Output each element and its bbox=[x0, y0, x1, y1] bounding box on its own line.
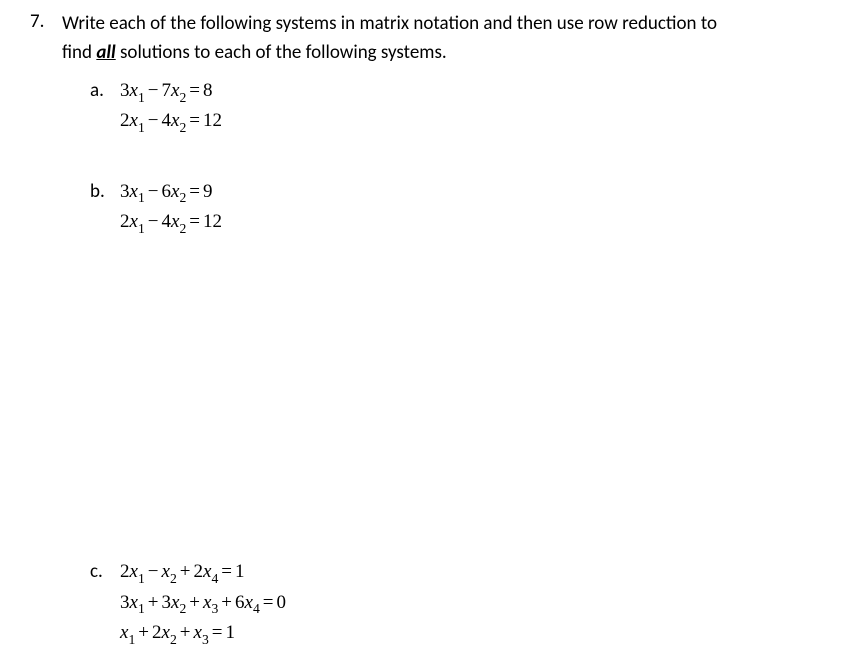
part-c-label: c. bbox=[90, 558, 120, 583]
part-a: a. 3x1−7x2=8 2x1−4x2=12 bbox=[90, 77, 832, 138]
question-line2-suffix: solutions to each of the following syste… bbox=[116, 41, 447, 64]
equation-b2: 2x1−4x2=12 bbox=[120, 208, 222, 238]
question-text: Write each of the following systems in m… bbox=[62, 10, 832, 67]
question-line2-prefix: find bbox=[62, 41, 96, 64]
equation-b1: 3x1−6x2=9 bbox=[120, 178, 222, 208]
equation-a2: 2x1−4x2=12 bbox=[120, 107, 222, 137]
part-b-equations: 3x1−6x2=9 2x1−4x2=12 bbox=[120, 178, 222, 239]
part-a-equations: 3x1−7x2=8 2x1−4x2=12 bbox=[120, 77, 222, 138]
part-b-label: b. bbox=[90, 178, 120, 203]
equation-c2: 3x1+3x2+x3+6x4=0 bbox=[120, 589, 286, 619]
equation-a1: 3x1−7x2=8 bbox=[120, 77, 222, 107]
question-line1: Write each of the following systems in m… bbox=[62, 12, 717, 35]
question-emphasis: all bbox=[96, 41, 115, 64]
question-number: 7. bbox=[30, 10, 62, 33]
equation-c1: 2x1−x2+2x4=1 bbox=[120, 558, 286, 588]
part-a-label: a. bbox=[90, 77, 120, 102]
question-header: 7. Write each of the following systems i… bbox=[30, 10, 832, 67]
equation-c3: x1+2x2+x3=1 bbox=[120, 619, 286, 649]
part-c: c. 2x1−x2+2x4=1 3x1+3x2+x3+6x4=0 x1+2x2+… bbox=[90, 558, 832, 649]
part-b: b. 3x1−6x2=9 2x1−4x2=12 bbox=[90, 178, 832, 239]
part-c-equations: 2x1−x2+2x4=1 3x1+3x2+x3+6x4=0 x1+2x2+x3=… bbox=[120, 558, 286, 649]
